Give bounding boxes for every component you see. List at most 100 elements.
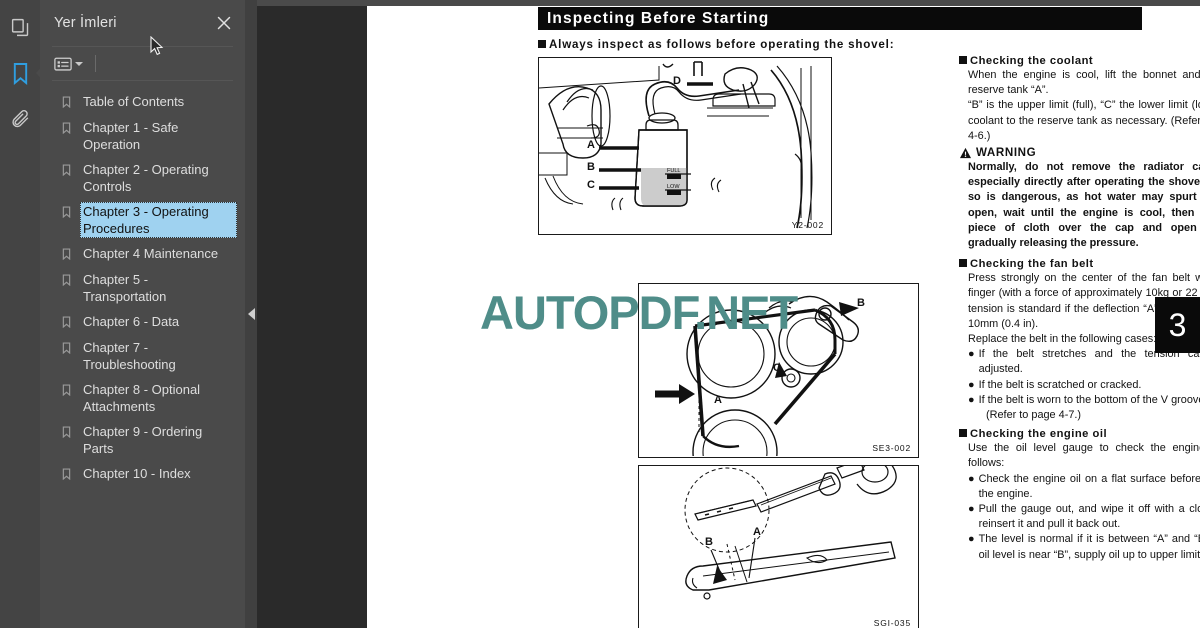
bookmark-item[interactable]: Chapter 1 - Safe Operation	[40, 115, 245, 157]
attachment-icon[interactable]	[5, 104, 35, 134]
list-item: ● If the belt is scratched or cracked.	[968, 378, 1200, 393]
bookmark-icon	[62, 273, 73, 290]
figure-fan-belt: A B C SE3-002	[638, 283, 919, 458]
coolant-paragraph-2: “B” is the upper limit (full), “C” the l…	[968, 99, 1200, 142]
bookmark-item[interactable]: Chapter 6 - Data	[40, 309, 245, 335]
bookmark-label: Chapter 9 - Ordering Parts	[83, 424, 203, 456]
mouse-cursor	[150, 35, 164, 61]
panel-collapse-handle[interactable]	[245, 0, 257, 628]
bookmark-icon	[62, 425, 73, 442]
bullet-dot-icon: ●	[968, 348, 975, 361]
page-title: Inspecting Before Starting	[538, 7, 1142, 30]
list-item-text: Pull the gauge out, and wipe it off with…	[978, 503, 1200, 531]
figure-code: Y2-002	[791, 220, 824, 230]
bookmark-icon	[62, 383, 73, 400]
bookmark-label: Table of Contents	[83, 94, 185, 109]
bookmark-icon	[62, 341, 73, 358]
bookmark-item[interactable]: Chapter 5 - Transportation	[40, 267, 245, 309]
square-bullet-icon	[959, 429, 967, 438]
list-item-text: If the belt is worn to the bottom of the…	[978, 393, 1200, 406]
warning-text: Normally, do not remove the radiator cap…	[968, 161, 1200, 250]
bookmark-icon	[62, 315, 73, 332]
heading-text: Checking the fan belt	[970, 258, 1094, 271]
sidebar-icon-rail	[0, 0, 46, 628]
chapter-tab-marker: 3	[1155, 297, 1200, 353]
figure-label-a: A	[587, 139, 595, 151]
figure-label-b: B	[857, 297, 865, 309]
bookmark-icon	[62, 121, 73, 138]
bullet-dot-icon: ●	[968, 393, 975, 406]
pdf-reader-window: Yer İmleri Table of Contents Chapter 1 -…	[0, 0, 1200, 628]
list-item: ● Pull the gauge out, and wipe it off wi…	[968, 502, 1200, 532]
list-item: ● The level is normal if it is between “…	[968, 532, 1200, 562]
bookmarks-panel: Yer İmleri Table of Contents Chapter 1 -…	[40, 0, 245, 628]
bookmark-icon	[62, 95, 73, 112]
bookmark-item[interactable]: Chapter 8 - Optional Attachments	[40, 377, 245, 419]
bullet-dot-icon: ●	[968, 472, 975, 485]
square-bullet-icon	[959, 259, 967, 268]
figure-label-a: A	[753, 526, 761, 538]
figure-code: SGI-035	[873, 618, 911, 628]
heading-text: Checking the engine oil	[970, 428, 1108, 441]
svg-text:FULL: FULL	[667, 168, 680, 174]
bookmark-label: Chapter 7 - Troubleshooting	[83, 340, 176, 372]
bookmark-icon	[62, 247, 73, 264]
heading-coolant: Checking the coolant	[959, 55, 1200, 67]
warning-label: WARNING	[976, 146, 1037, 160]
square-bullet-icon	[959, 56, 967, 64]
bookmark-label: Chapter 10 - Index	[83, 466, 191, 481]
warning-header: WARNING	[959, 146, 1200, 159]
figure-label-b: B	[705, 536, 713, 548]
close-icon[interactable]	[213, 12, 235, 34]
svg-text:LOW: LOW	[667, 184, 680, 190]
warning-triangle-icon	[959, 147, 972, 158]
figure-engine-bay: FULL LOW A B C D Y2-002	[538, 57, 832, 235]
bookmark-item[interactable]: Chapter 7 - Troubleshooting	[40, 335, 245, 377]
intro-line: Always inspect as follows before operati…	[538, 38, 1148, 51]
square-bullet-icon	[538, 40, 546, 48]
bookmark-item[interactable]: Chapter 3 - Operating Procedures	[40, 199, 245, 241]
bookmark-label: Chapter 5 - Transportation	[83, 272, 167, 304]
chevron-down-icon[interactable]	[75, 61, 83, 66]
chevron-left-icon[interactable]	[247, 308, 255, 320]
toolbar-separator	[95, 55, 96, 72]
fanbelt-bullets: ● If the belt stretches and the tension …	[968, 347, 1200, 423]
panel-header: Yer İmleri	[40, 0, 245, 46]
figure-oil-gauge: A B SGI-035	[638, 465, 919, 628]
document-viewer[interactable]: Inspecting Before Starting Always inspec…	[257, 0, 1200, 628]
figure-label-c: C	[773, 362, 781, 374]
bookmark-item[interactable]: Chapter 9 - Ordering Parts	[40, 419, 245, 461]
intro-text: Always inspect as follows before operati…	[549, 38, 895, 51]
panel-toolbar	[40, 47, 245, 80]
bookmark-item[interactable]: Table of Contents	[40, 89, 245, 115]
list-item: ● Check the engine oil on a flat surface…	[968, 472, 1200, 502]
bookmark-icon	[62, 467, 73, 484]
figure-label-b: B	[587, 161, 595, 173]
bullet-dot-icon: ●	[968, 378, 975, 391]
bookmark-label: Chapter 4 Maintenance	[83, 246, 219, 261]
bookmark-item[interactable]: Chapter 4 Maintenance	[40, 241, 245, 267]
document-page: Inspecting Before Starting Always inspec…	[367, 6, 1200, 628]
list-item-text: Check the engine oil on a flat surface b…	[978, 472, 1200, 500]
bullet-dot-icon: ●	[968, 533, 975, 546]
heading-text: Checking the coolant	[970, 55, 1094, 67]
bookmark-icon	[62, 163, 73, 180]
bookmark-item[interactable]: Chapter 10 - Index	[40, 461, 245, 487]
bookmark-label: Chapter 2 - Operating Controls	[83, 162, 209, 194]
bookmark-label: Chapter 1 - Safe Operation	[83, 120, 179, 152]
heading-fan-belt: Checking the fan belt	[959, 258, 1200, 270]
bookmark-list: Table of Contents Chapter 1 - Safe Operat…	[40, 81, 245, 487]
figure-label-c: C	[587, 179, 595, 191]
pages-icon[interactable]	[5, 12, 35, 42]
engineoil-bullets: ● Check the engine oil on a flat surface…	[968, 472, 1200, 563]
bookmark-icon	[62, 205, 73, 222]
bookmark-icon[interactable]	[5, 58, 46, 88]
list-item-text: If the belt is scratched or cracked.	[978, 378, 1142, 391]
panel-title: Yer İmleri	[54, 15, 117, 31]
bookmark-label: Chapter 3 - Operating Procedures	[80, 202, 237, 238]
bookmark-item[interactable]: Chapter 2 - Operating Controls	[40, 157, 245, 199]
list-item: ● If the belt is worn to the bottom of t…	[968, 393, 1200, 408]
figure-code: SE3-002	[872, 443, 911, 453]
bookmark-label: Chapter 6 - Data	[83, 314, 180, 329]
list-options-icon[interactable]	[52, 54, 85, 74]
